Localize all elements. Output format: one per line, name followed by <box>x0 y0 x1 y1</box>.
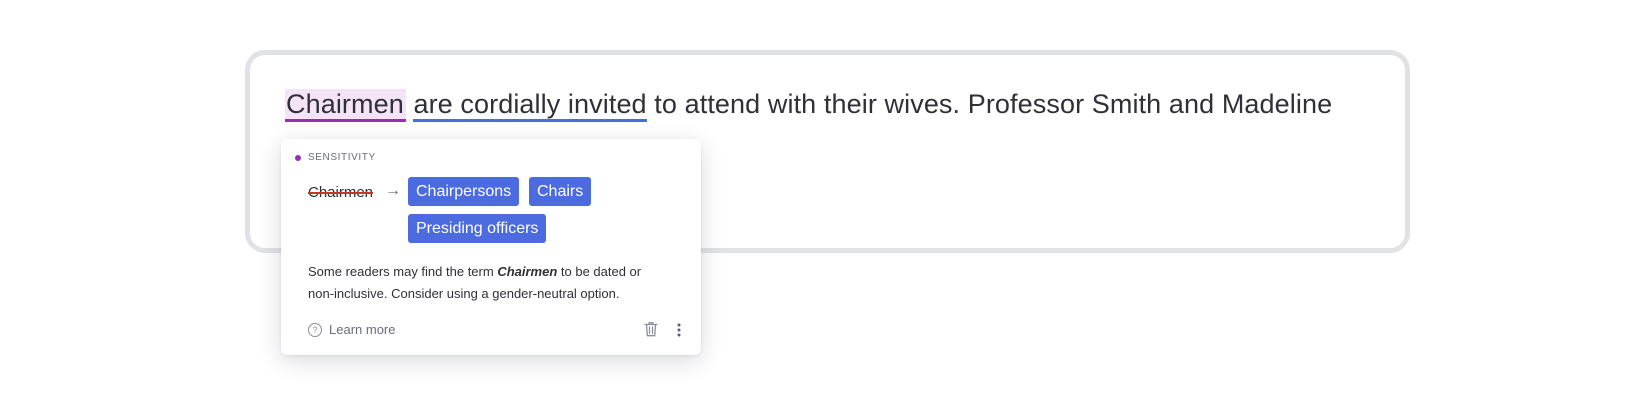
suggestion-chairs-button[interactable]: Chairs <box>529 177 592 206</box>
help-circle-icon: ? <box>308 322 322 337</box>
flagged-phrase-clarity[interactable]: are cordially invited <box>413 89 647 122</box>
flagged-word-chairmen[interactable]: Chairmen <box>285 89 406 122</box>
suggestion-card: SENSITIVITY Chairmen → Chairpersons Chai… <box>281 139 701 355</box>
learn-more-label: Learn more <box>329 322 396 337</box>
explanation-term: Chairmen <box>497 264 558 279</box>
category-header: SENSITIVITY <box>295 152 376 163</box>
suggestion-presiding-officers-button[interactable]: Presiding officers <box>408 214 547 243</box>
trash-icon[interactable] <box>644 321 658 342</box>
original-word: Chairmen <box>308 184 374 201</box>
more-options-icon[interactable] <box>676 322 682 343</box>
explanation-text: Some readers may find the term Chairmen … <box>308 261 668 305</box>
suggestion-chairpersons-button[interactable]: Chairpersons <box>408 177 520 206</box>
explanation-before: Some readers may find the term <box>308 264 498 279</box>
learn-more-link[interactable]: ? Learn more <box>308 322 395 337</box>
arrow-right-icon: → <box>385 182 401 199</box>
category-dot-icon <box>295 154 301 161</box>
category-label: SENSITIVITY <box>308 152 376 163</box>
editor-text[interactable]: Chairmen are cordially invited to attend… <box>285 89 1333 122</box>
editor-plain-text: to attend with their wives. Professor Sm… <box>646 89 1333 119</box>
